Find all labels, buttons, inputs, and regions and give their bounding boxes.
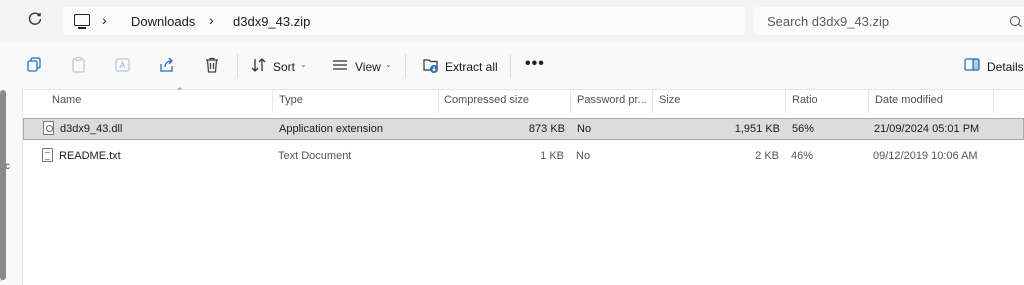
sort-icon[interactable] — [250, 56, 268, 74]
column-name[interactable]: Name — [52, 94, 81, 106]
column-divider[interactable] — [785, 89, 786, 113]
dll-file-icon — [43, 121, 54, 135]
file-size: 1,951 KB — [734, 123, 780, 135]
search-box[interactable]: Search d3dx9_43.zip — [754, 7, 1024, 35]
details-pane-icon — [964, 58, 980, 71]
column-size[interactable]: Size — [659, 94, 680, 106]
search-input[interactable]: Search d3dx9_43.zip — [767, 14, 889, 29]
file-compressed-size: 1 KB — [540, 150, 564, 162]
column-compressed-size[interactable]: Compressed size — [444, 94, 529, 106]
file-size: 2 KB — [755, 150, 779, 162]
chevron-right-icon[interactable]: › — [102, 12, 107, 28]
extract-all-button[interactable]: Extract all — [445, 60, 498, 74]
column-divider[interactable] — [570, 89, 571, 113]
column-date-modified[interactable]: Date modified — [875, 94, 943, 106]
details-button[interactable]: Details — [964, 56, 1024, 76]
file-ratio: 56% — [792, 123, 815, 135]
share-icon[interactable] — [158, 56, 176, 74]
sort-ascending-icon: ⌃ — [176, 86, 184, 96]
extract-icon[interactable] — [422, 56, 440, 74]
search-icon[interactable] — [1010, 16, 1020, 26]
breadcrumb[interactable]: › Downloads › d3dx9_43.zip — [62, 7, 746, 35]
rename-icon[interactable] — [114, 56, 132, 74]
this-pc-icon[interactable] — [74, 14, 90, 29]
view-button[interactable]: View — [355, 60, 381, 74]
details-label: Details — [987, 60, 1024, 74]
command-bar: Sort ⌄ View ⌄ Extract all ••• Details — [0, 42, 1024, 90]
address-bar: › Downloads › d3dx9_43.zip Search d3dx9_… — [0, 0, 1024, 42]
column-ratio[interactable]: Ratio — [792, 94, 818, 106]
chevron-down-icon[interactable]: ⌄ — [385, 60, 392, 69]
column-password-protected[interactable]: Password pr... — [577, 94, 647, 106]
file-date-modified: 21/09/2024 05:01 PM — [874, 123, 980, 135]
sort-button[interactable]: Sort — [273, 60, 295, 74]
toolbar-divider — [510, 54, 511, 78]
file-name[interactable]: README.txt — [59, 150, 121, 162]
refresh-icon[interactable] — [25, 11, 45, 31]
breadcrumb-downloads[interactable]: Downloads — [131, 14, 195, 29]
breadcrumb-zip[interactable]: d3dx9_43.zip — [233, 14, 310, 29]
column-divider[interactable] — [993, 89, 994, 113]
file-type: Text Document — [278, 150, 352, 162]
chevron-right-icon[interactable]: › — [209, 12, 214, 28]
file-name[interactable]: d3dx9_43.dll — [60, 123, 122, 135]
file-type: Application extension — [279, 123, 383, 135]
file-password: No — [577, 123, 592, 135]
file-date-modified: 09/12/2019 10:06 AM — [873, 150, 978, 162]
column-divider[interactable] — [652, 89, 653, 113]
delete-icon[interactable] — [203, 56, 221, 74]
nav-scrollbar[interactable] — [0, 90, 6, 280]
column-divider[interactable] — [438, 89, 439, 113]
toolbar-divider — [237, 54, 238, 78]
chevron-down-icon[interactable]: ⌄ — [300, 60, 307, 69]
table-row[interactable]: README.txt Text Document 1 KB No 2 KB 46… — [23, 146, 1024, 168]
column-divider[interactable] — [272, 89, 273, 113]
column-type[interactable]: Type — [279, 94, 303, 106]
file-password: No — [576, 150, 591, 162]
table-row[interactable]: d3dx9_43.dll Application extension 873 K… — [23, 118, 1024, 140]
file-ratio: 46% — [791, 150, 814, 162]
column-header: ⌃ Name Type Compressed size Password pr.… — [23, 86, 1024, 113]
file-compressed-size: 873 KB — [528, 123, 565, 135]
copy-icon[interactable] — [26, 56, 44, 74]
more-options-button[interactable]: ••• — [525, 55, 545, 73]
paste-icon[interactable] — [70, 56, 88, 74]
column-divider[interactable] — [868, 89, 869, 113]
view-icon[interactable] — [331, 56, 349, 74]
text-file-icon — [42, 148, 53, 162]
toolbar-divider — [405, 54, 406, 78]
